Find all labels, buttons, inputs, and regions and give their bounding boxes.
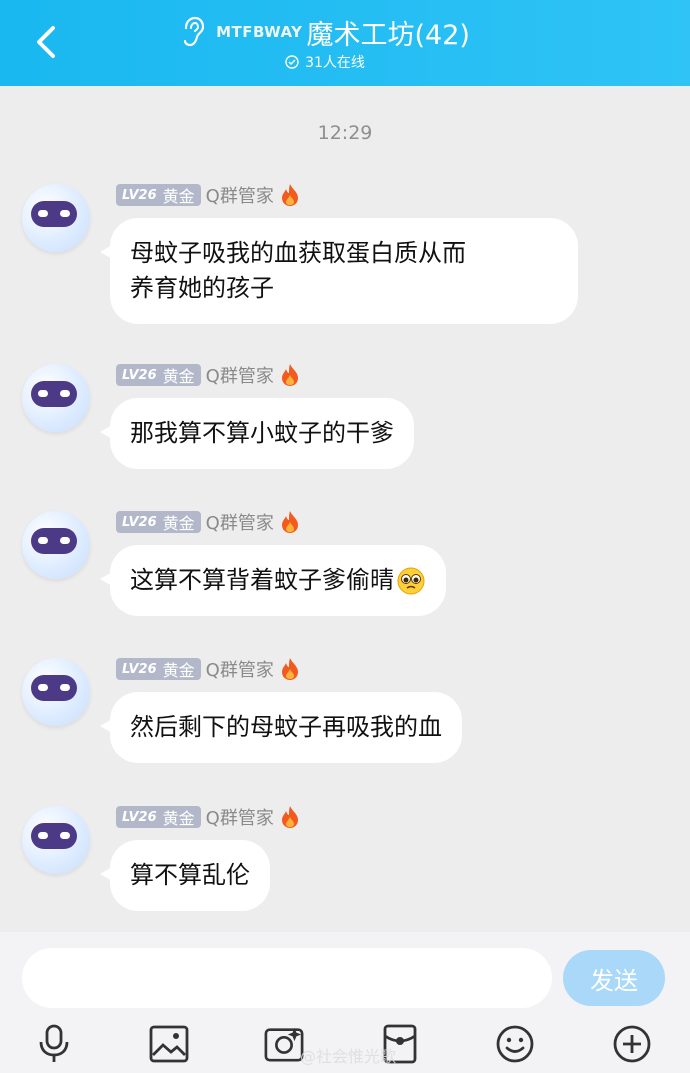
rank-text: 黄金: [162, 514, 195, 533]
level-text: LV26: [122, 809, 157, 825]
sender-name[interactable]: Q群管家: [206, 362, 274, 388]
avatar-visor: [31, 528, 77, 554]
sender-meta: LV26 黄金 Q群管家: [116, 509, 300, 535]
message-text: 这算不算背着蚊子爹偷晴: [130, 566, 394, 594]
brand-logo: MTFBWAY: [216, 23, 303, 41]
pleading-face-emoji-icon: [397, 567, 425, 594]
avatar[interactable]: [22, 806, 90, 874]
avatar[interactable]: [22, 658, 90, 726]
fire-icon: [281, 806, 298, 828]
avatar-eye: [38, 537, 48, 544]
fire-icon: [281, 364, 298, 386]
watermark: @社会惟光歌: [300, 1047, 397, 1066]
ear-icon[interactable]: [180, 16, 206, 48]
emoji-button[interactable]: [495, 1024, 535, 1064]
avatar-eye: [60, 390, 70, 397]
title-row: MTFBWAY 魔术工坊(42): [0, 12, 690, 52]
message-input[interactable]: [22, 948, 552, 1008]
rank-text: 黄金: [162, 187, 195, 206]
sender-meta: LV26 黄金 Q群管家: [116, 804, 300, 830]
plus-circle-icon: [613, 1025, 651, 1063]
message-bubble[interactable]: 那我算不算小蚊子的干爹: [100, 398, 414, 469]
avatar-eye: [38, 390, 48, 397]
avatar-eye: [38, 210, 48, 217]
message-text: 那我算不算小蚊子的干爹: [130, 419, 394, 447]
avatar-eye: [38, 684, 48, 691]
level-text: LV26: [122, 187, 157, 203]
sender-name[interactable]: Q群管家: [206, 182, 274, 208]
send-button[interactable]: 发送: [563, 950, 665, 1006]
level-badge: LV26 黄金: [116, 364, 201, 386]
group-title[interactable]: 魔术工坊(42): [307, 13, 470, 52]
fire-icon: [281, 184, 298, 206]
rank-text: 黄金: [162, 809, 195, 828]
avatar-visor: [31, 381, 77, 407]
avatar[interactable]: [22, 364, 90, 432]
fire-icon: [281, 658, 298, 680]
sender-name[interactable]: Q群管家: [206, 509, 274, 535]
message-timestamp: 12:29: [317, 122, 373, 144]
online-status[interactable]: 31人在线: [0, 52, 690, 72]
online-check-icon: [285, 55, 299, 69]
smiley-icon: [496, 1025, 534, 1063]
message-text: 然后剩下的母蚊子再吸我的血: [130, 713, 442, 741]
avatar-visor: [31, 201, 77, 227]
message-text: 算不算乱伦: [130, 861, 250, 889]
microphone-icon: [39, 1024, 69, 1062]
message-bubble[interactable]: 算不算乱伦: [100, 840, 270, 911]
avatar[interactable]: [22, 511, 90, 579]
level-badge: LV26 黄金: [116, 511, 201, 533]
chat-header: MTFBWAY 魔术工坊(42) 31人在线: [0, 0, 690, 86]
rank-text: 黄金: [162, 367, 195, 386]
level-badge: LV26 黄金: [116, 658, 201, 680]
avatar-visor: [31, 823, 77, 849]
sender-meta: LV26 黄金 Q群管家: [116, 656, 300, 682]
avatar-eye: [60, 210, 70, 217]
message-bubble[interactable]: 母蚊子吸我的血获取蛋白质从而 养育她的孩子: [100, 218, 578, 324]
avatar-eye: [60, 684, 70, 691]
message-bubble[interactable]: 然后剩下的母蚊子再吸我的血: [100, 692, 462, 763]
voice-button[interactable]: [34, 1024, 74, 1064]
level-text: LV26: [122, 514, 157, 530]
level-badge: LV26 黄金: [116, 806, 201, 828]
avatar-visor: [31, 675, 77, 701]
avatar-eye: [60, 537, 70, 544]
avatar-eye: [38, 832, 48, 839]
sender-name[interactable]: Q群管家: [206, 656, 274, 682]
camera-button[interactable]: [264, 1024, 304, 1064]
fire-icon: [281, 511, 298, 533]
photo-button[interactable]: [149, 1024, 189, 1064]
camera-icon: [264, 1027, 304, 1062]
more-button[interactable]: [612, 1024, 652, 1064]
sender-meta: LV26 黄金 Q群管家: [116, 362, 300, 388]
online-count: 31人在线: [305, 55, 365, 71]
image-icon: [149, 1025, 189, 1063]
sender-meta: LV26 黄金 Q群管家: [116, 182, 300, 208]
message-text: 母蚊子吸我的血获取蛋白质从而: [130, 239, 466, 267]
avatar[interactable]: [22, 184, 90, 252]
level-text: LV26: [122, 661, 157, 677]
avatar-eye: [60, 832, 70, 839]
sender-name[interactable]: Q群管家: [206, 804, 274, 830]
message-text: 养育她的孩子: [130, 274, 274, 302]
rank-text: 黄金: [162, 661, 195, 680]
level-text: LV26: [122, 367, 157, 383]
message-bubble[interactable]: 这算不算背着蚊子爹偷晴: [100, 545, 446, 616]
level-badge: LV26 黄金: [116, 184, 201, 206]
